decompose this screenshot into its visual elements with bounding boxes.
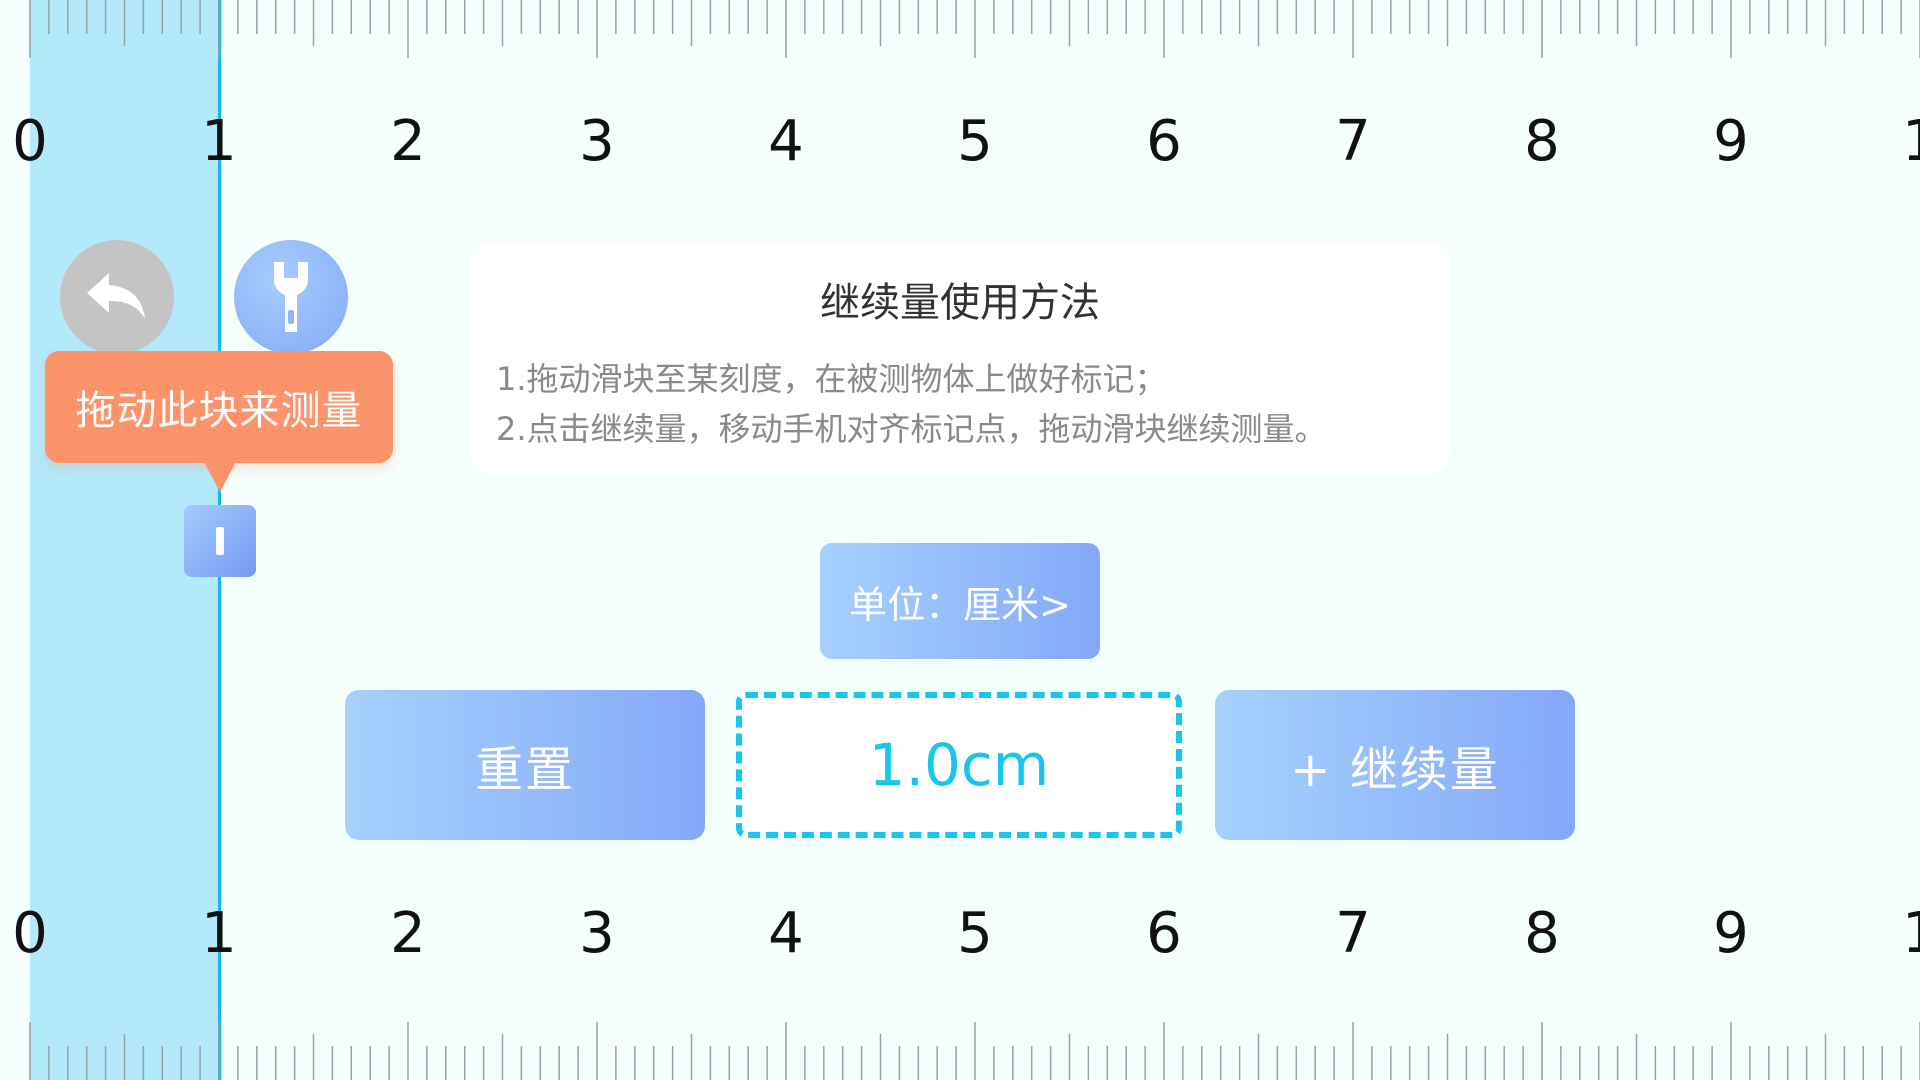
- ruler-label: 5: [957, 901, 993, 966]
- instruction-step-2: 2.点击继续量，移动手机对齐标记点，拖动滑块继续测量。: [496, 410, 1327, 448]
- ruler-label: 1: [1902, 109, 1920, 174]
- instructions-card: 继续量使用方法 1.拖动滑块至某刻度，在被测物体上做好标记； 2.点击继续量，移…: [470, 242, 1450, 474]
- reset-button[interactable]: 重置: [345, 690, 705, 840]
- measure-slider-handle[interactable]: [184, 505, 256, 577]
- ruler: 01234567891 01234567891: [12, 0, 1920, 1080]
- ruler-label: 3: [579, 901, 615, 966]
- ruler-label: 7: [1335, 109, 1371, 174]
- ruler-label: 2: [390, 109, 426, 174]
- ruler-label: 9: [1713, 109, 1749, 174]
- ruler-label: 5: [957, 109, 993, 174]
- measurement-reading: 1.0cm: [736, 692, 1182, 838]
- unit-select-button[interactable]: 单位：厘米>: [820, 543, 1100, 659]
- continue-measure-button[interactable]: + 继续量: [1215, 690, 1575, 840]
- ruler-label: 4: [768, 109, 804, 174]
- bottom-ruler-ticks: [29, 1022, 1920, 1080]
- instructions-title: 继续量使用方法: [820, 280, 1100, 326]
- instruction-step-1: 1.拖动滑块至某刻度，在被测物体上做好标记；: [496, 360, 1167, 398]
- wrench-icon: [274, 262, 308, 332]
- tooltip-pointer: [204, 462, 236, 492]
- back-button[interactable]: [60, 240, 174, 354]
- tool-button[interactable]: [234, 240, 348, 354]
- grip-icon: [216, 527, 224, 555]
- ruler-app: 01234567891 01234567891 拖动此块来测量 继续量使用方法 …: [0, 0, 1920, 1080]
- top-ruler-ticks: [29, 0, 1920, 58]
- back-arrow-icon: [87, 273, 145, 319]
- ruler-label: 2: [390, 901, 426, 966]
- ruler-label: 8: [1524, 109, 1560, 174]
- ruler-label: 6: [1146, 901, 1182, 966]
- drag-hint-tooltip: 拖动此块来测量: [45, 351, 393, 463]
- ruler-label: 9: [1713, 901, 1749, 966]
- top-ruler-labels: 01234567891: [12, 109, 1920, 174]
- bottom-ruler-labels: 01234567891: [12, 901, 1920, 966]
- ruler-label: 3: [579, 109, 615, 174]
- ruler-label: 8: [1524, 901, 1560, 966]
- ruler-label: 1: [1902, 901, 1920, 966]
- ruler-label: 7: [1335, 901, 1371, 966]
- ruler-label: 6: [1146, 109, 1182, 174]
- ruler-label: 4: [768, 901, 804, 966]
